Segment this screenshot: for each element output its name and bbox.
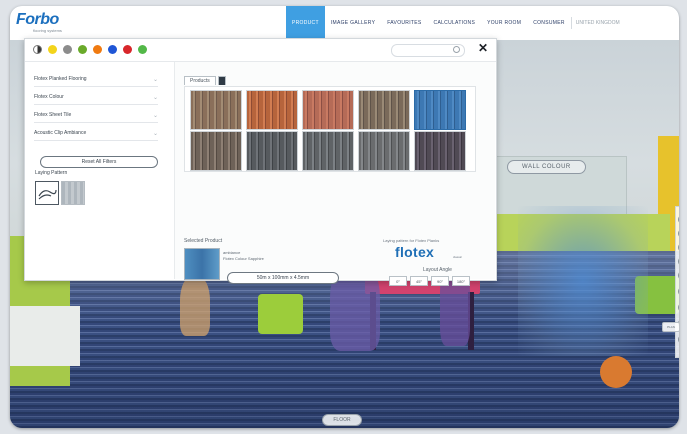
nav-item-consumer[interactable]: CONSUMER [527, 6, 571, 40]
layout-angle-options: 0° 45° 90° 180° [389, 276, 470, 286]
share-icon[interactable] [678, 287, 679, 296]
filter-dropdown[interactable]: Flotex Sheet Tile ⌄ [34, 108, 158, 123]
green-chair [258, 294, 303, 334]
filter-label: Flotex Colour [34, 94, 64, 100]
floor-button[interactable]: FLOOR [322, 414, 362, 426]
laying-pattern-option[interactable] [35, 181, 59, 205]
flotex-logo: flotex [395, 244, 435, 260]
plan-view-button[interactable]: PLAN [662, 322, 679, 332]
wall-colour-button[interactable]: WALL COLOUR [507, 160, 586, 174]
angle-option[interactable]: 0° [389, 276, 407, 286]
angle-option[interactable]: 90° [431, 276, 449, 286]
product-name: ambiance [223, 250, 241, 255]
product-grid [184, 86, 476, 172]
panel-header: ✕ [25, 39, 496, 62]
search-input[interactable] [391, 44, 465, 57]
nav-item-calculations[interactable]: CALCULATIONS [428, 6, 482, 40]
product-tile[interactable] [190, 90, 242, 130]
filter-dropdown[interactable]: Flotex Colour ⌄ [34, 90, 158, 105]
product-subtitle: Flotex Colour Sapphire [223, 256, 264, 261]
search-icon [453, 46, 460, 53]
laying-pattern-option[interactable] [61, 181, 85, 205]
reset-filters-button[interactable]: Reset All Filters [40, 156, 158, 168]
angle-option[interactable]: 45° [410, 276, 428, 286]
filter-label: Flotex Planked Flooring [34, 76, 87, 82]
filter-sidebar: Flotex Planked Flooring ⌄ Flotex Colour ⌄ Fl… [26, 62, 175, 279]
zoom-out-icon[interactable] [678, 229, 679, 238]
view-toolbar [675, 206, 679, 358]
product-tile[interactable] [414, 90, 466, 130]
brand-tag: classic [453, 255, 463, 259]
nav-item-favourites[interactable]: FAVOURITES [381, 6, 427, 40]
nav-item-image-gallery[interactable]: IMAGE GALLERY [325, 6, 381, 40]
rotate-icon[interactable] [678, 243, 679, 252]
reset-view-icon[interactable] [678, 257, 679, 266]
orange-ball [600, 356, 632, 388]
app-frame: WALL COLOUR FLOOR PLAN Forbo flooring sy… [10, 6, 679, 428]
selected-product-label: Selected Product [184, 238, 223, 244]
product-content: Products Selected Product ambiance Flote… [175, 62, 495, 286]
child-figure [180, 276, 210, 336]
help-icon[interactable] [678, 335, 679, 344]
laying-pattern-label: Laying Pattern [35, 170, 68, 176]
colour-filter-dots [33, 45, 147, 54]
selected-product-swatch [184, 248, 220, 280]
colour-filter-dot[interactable] [123, 45, 132, 54]
colour-filter-dot[interactable] [33, 45, 42, 54]
colour-filter-dot[interactable] [93, 45, 102, 54]
colour-filter-dot[interactable] [138, 45, 147, 54]
colour-filter-dot[interactable] [108, 45, 117, 54]
zoom-in-icon[interactable] [678, 215, 679, 224]
print-icon[interactable] [678, 303, 679, 312]
main-nav: PRODUCT IMAGE GALLERY FAVOURITES CALCULATIO… [286, 6, 624, 40]
product-tile[interactable] [246, 90, 298, 130]
product-tile[interactable] [358, 90, 410, 130]
blurred-figure [518, 206, 648, 356]
chevron-down-icon: ⌄ [152, 112, 158, 119]
nav-item-your-room[interactable]: YOUR ROOM [481, 6, 527, 40]
close-icon[interactable]: ✕ [478, 42, 488, 54]
filter-dropdown[interactable]: Acoustic Clip Ambiance ⌄ [34, 126, 158, 141]
brand-note: Laying pattern for Flotex Planks [383, 238, 440, 243]
product-tabs: Products [184, 76, 226, 85]
filter-dropdown[interactable]: Flotex Planked Flooring ⌄ [34, 72, 158, 87]
colour-filter-dot[interactable] [78, 45, 87, 54]
size-button[interactable]: 50m x 100mm x 4.5mm [227, 272, 339, 284]
colour-filter-dot[interactable] [63, 45, 72, 54]
product-panel: ✕ Flotex Planked Flooring ⌄ Flotex Colour ⌄… [24, 38, 497, 286]
filter-label: Acoustic Clip Ambiance [34, 130, 87, 136]
layout-angle-label: Layout Angle [423, 267, 452, 273]
pattern-icon [38, 189, 57, 200]
nav-item-product[interactable]: PRODUCT [286, 6, 325, 40]
fullscreen-icon[interactable] [678, 271, 679, 280]
colour-filter-dot[interactable] [48, 45, 57, 54]
tab-products[interactable]: Products [184, 76, 216, 85]
product-tile[interactable] [414, 131, 466, 171]
forbo-logo[interactable]: Forbo [16, 11, 59, 29]
language-select[interactable]: UNITED KINGDOM [570, 17, 624, 29]
chevron-down-icon: ⌄ [152, 76, 158, 83]
filter-label: Flotex Sheet Tile [34, 112, 72, 118]
product-tile[interactable] [302, 90, 354, 130]
white-cabinet [10, 306, 80, 366]
product-tile[interactable] [358, 131, 410, 171]
product-tile[interactable] [246, 131, 298, 171]
chevron-down-icon: ⌄ [152, 94, 158, 101]
logo-subtitle: flooring systems [33, 28, 62, 33]
product-tile[interactable] [302, 131, 354, 171]
tab-grid-view[interactable] [217, 76, 226, 85]
product-tile[interactable] [190, 131, 242, 171]
chevron-down-icon: ⌄ [152, 130, 158, 137]
angle-option[interactable]: 180° [452, 276, 470, 286]
top-navigation: Forbo flooring systems PRODUCT IMAGE GALL… [10, 6, 679, 40]
